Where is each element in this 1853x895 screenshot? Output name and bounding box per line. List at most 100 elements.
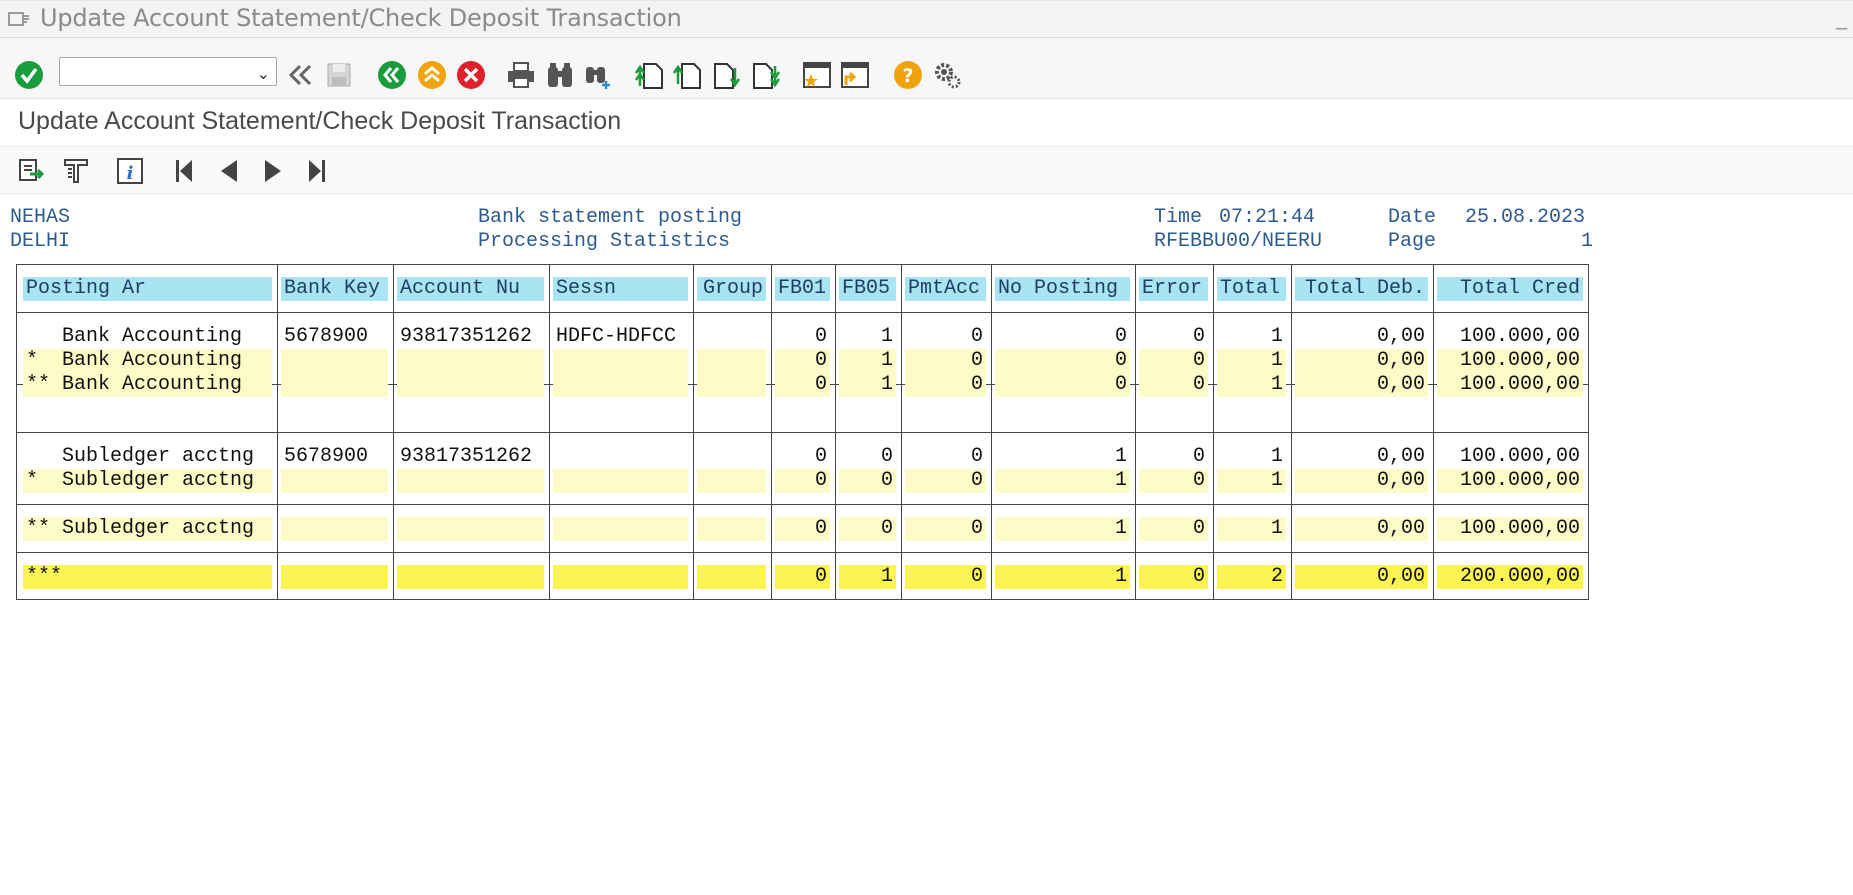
table-cell-total-credit: 100.000,00 xyxy=(1437,349,1583,373)
table-cell-total: 1 xyxy=(1217,373,1286,397)
table-cell-total: 1 xyxy=(1270,325,1283,348)
new-session-icon[interactable] xyxy=(800,58,834,92)
minimize-icon[interactable]: _ xyxy=(1836,5,1847,30)
cancel-icon[interactable] xyxy=(454,58,488,92)
filter-icon[interactable] xyxy=(60,155,92,187)
menu-icon[interactable] xyxy=(8,10,30,28)
table-cell-session xyxy=(553,565,688,589)
svg-text:?: ? xyxy=(902,65,913,87)
table-cell-total: 1 xyxy=(1217,517,1286,541)
table-row-divider xyxy=(17,432,1588,433)
date-label: Date xyxy=(1388,206,1437,229)
export-icon[interactable] xyxy=(16,155,48,187)
table-cell-group xyxy=(697,565,766,589)
table-cell-fb01: 0 xyxy=(775,517,830,541)
table-cell-no-posting: 1 xyxy=(995,565,1130,589)
table-cell-total-debit: 0,00 xyxy=(1376,325,1425,348)
program-name: RFEBBU00/NEERU xyxy=(1154,230,1323,253)
save-icon[interactable] xyxy=(322,58,356,92)
next-page-icon[interactable] xyxy=(257,155,289,187)
table-cell-total-credit: 200.000,00 xyxy=(1437,565,1583,589)
table-row-divider xyxy=(17,552,1588,553)
table-cell-fb05: 1 xyxy=(839,565,896,589)
table-cell-session xyxy=(553,349,688,373)
table-cell-total-credit: 100.000,00 xyxy=(1437,373,1583,397)
table-cell-bank-key xyxy=(281,469,388,493)
table-cell-posting-area: * Subledger acctng xyxy=(23,469,272,493)
table-cell-no-posting: 1 xyxy=(1114,445,1127,468)
find-next-icon[interactable] xyxy=(582,58,616,92)
table-cell-group xyxy=(697,469,766,493)
table-cell-pmtacc: 0 xyxy=(905,469,986,493)
table-cell-no-posting: 1 xyxy=(995,469,1130,493)
table-cell-fb01: 0 xyxy=(775,373,830,397)
command-field[interactable]: ⌄ xyxy=(59,57,277,86)
previous-page-icon[interactable] xyxy=(213,155,245,187)
table-cell-error: 0 xyxy=(1192,445,1205,468)
table-cell-session: HDFC-HDFCC xyxy=(556,325,677,348)
info-icon[interactable]: i xyxy=(114,155,146,187)
table-cell-no-posting: 0 xyxy=(995,373,1130,397)
column-header-account-number: Account Nu xyxy=(397,277,544,301)
column-header-error: Error xyxy=(1139,277,1208,301)
previous-page-icon[interactable] xyxy=(670,58,704,92)
table-cell-group xyxy=(697,349,766,373)
settings-icon[interactable] xyxy=(930,58,964,92)
table-cell-bank-key: 5678900 xyxy=(284,445,369,468)
table-cell-posting-area: Bank Accounting xyxy=(26,325,243,348)
table-cell-no-posting: 0 xyxy=(995,349,1130,373)
print-icon[interactable] xyxy=(504,58,538,92)
column-header-bank-key: Bank Key xyxy=(281,277,388,301)
application-toolbar: i xyxy=(0,146,1853,194)
table-cell-total-debit: 0,00 xyxy=(1295,469,1428,493)
statistics-table: Posting Ar Bank Key Account Nu Sessn Group FB… xyxy=(16,264,1589,600)
table-cell-total-debit: 0,00 xyxy=(1295,373,1428,397)
chevron-down-icon[interactable]: ⌄ xyxy=(257,61,270,88)
table-cell-total: 1 xyxy=(1217,469,1286,493)
time-label: Time xyxy=(1154,206,1203,229)
table-row-divider xyxy=(17,312,1588,313)
column-header-session: Sessn xyxy=(553,277,688,301)
next-page-icon[interactable] xyxy=(709,58,743,92)
first-page-icon[interactable] xyxy=(168,155,200,187)
table-cell-pmtacc: 0 xyxy=(905,517,986,541)
table-cell-account-number xyxy=(397,469,544,493)
table-cell-account-number xyxy=(397,373,544,397)
column-header-group: Group xyxy=(697,277,766,301)
system-toolbar: ⌄ ? xyxy=(0,38,1853,99)
page-value: 1 xyxy=(1581,230,1594,253)
table-cell-total: 1 xyxy=(1270,445,1283,468)
column-header-total-credit: Total Cred xyxy=(1437,277,1583,301)
table-cell-error: 0 xyxy=(1139,517,1208,541)
table-cell-pmtacc: 0 xyxy=(970,445,983,468)
shortcut-icon[interactable] xyxy=(838,58,872,92)
last-page-icon[interactable] xyxy=(301,155,333,187)
first-page-icon[interactable] xyxy=(632,58,666,92)
table-cell-error: 0 xyxy=(1139,565,1208,589)
exit-icon[interactable] xyxy=(415,58,449,92)
screen-title: Update Account Statement/Check Deposit T… xyxy=(18,107,622,135)
time-value: 07:21:44 xyxy=(1219,206,1316,229)
column-header-posting-area: Posting Ar xyxy=(23,277,272,301)
table-cell-group xyxy=(697,445,766,469)
table-cell-error: 0 xyxy=(1139,349,1208,373)
table-cell-group xyxy=(697,517,766,541)
table-cell-account-number xyxy=(397,565,544,589)
column-header-fb05: FB05 xyxy=(839,277,896,301)
table-cell-posting-area: Subledger acctng xyxy=(26,445,255,468)
find-icon[interactable] xyxy=(543,58,577,92)
table-cell-no-posting: 1 xyxy=(995,517,1130,541)
report-title-line1: Bank statement posting xyxy=(478,206,743,229)
column-header-no-posting: No Posting xyxy=(995,277,1130,301)
table-cell-pmtacc: 0 xyxy=(905,373,986,397)
column-header-total-debit: Total Deb. xyxy=(1295,277,1428,301)
table-cell-error: 0 xyxy=(1139,373,1208,397)
table-cell-group xyxy=(697,373,766,397)
last-page-icon[interactable] xyxy=(748,58,782,92)
page-label: Page xyxy=(1388,230,1437,253)
table-cell-posting-area: *** xyxy=(23,565,272,589)
back-double-icon[interactable] xyxy=(284,58,318,92)
enter-icon[interactable] xyxy=(12,58,46,92)
help-icon[interactable]: ? xyxy=(891,58,925,92)
back-icon[interactable] xyxy=(375,58,409,92)
